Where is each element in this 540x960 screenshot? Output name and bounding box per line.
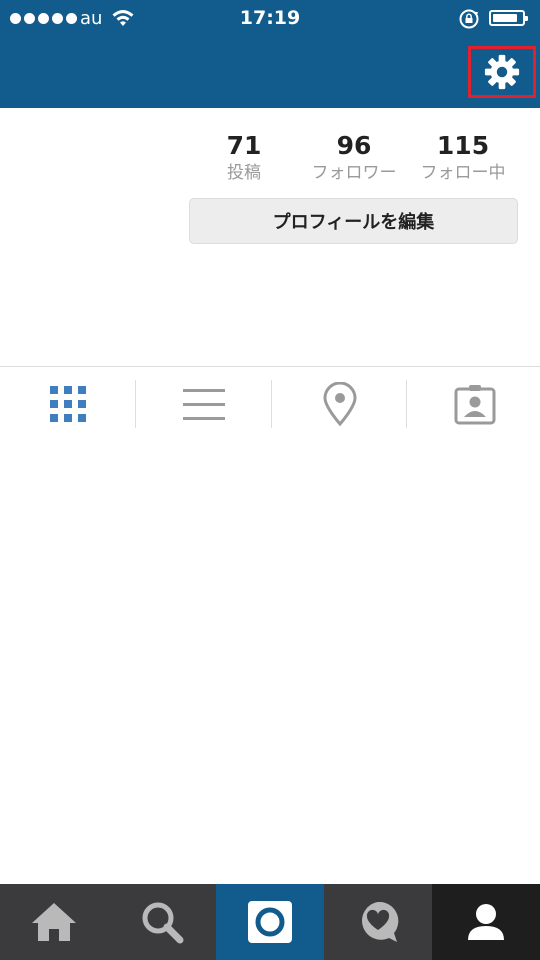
posts-stat[interactable]: 71 投稿 <box>194 130 294 184</box>
settings-button[interactable] <box>468 46 536 98</box>
following-label: フォロー中 <box>420 163 506 183</box>
edit-profile-button[interactable]: プロフィールを編集 <box>189 198 518 244</box>
followers-label: フォロワー <box>311 163 397 183</box>
search-icon <box>142 902 184 944</box>
tabs-divider <box>0 366 540 367</box>
camera-icon <box>248 901 292 943</box>
grid-icon <box>49 386 86 422</box>
home-icon <box>32 903 76 941</box>
nav-home[interactable] <box>0 884 108 960</box>
bottom-nav <box>0 884 540 960</box>
activity-heart-icon <box>362 901 399 942</box>
tab-tagged-photos[interactable] <box>407 378 540 430</box>
nav-camera[interactable] <box>216 884 324 960</box>
followers-stat[interactable]: 96 フォロワー <box>304 130 404 184</box>
following-stat[interactable]: 115 フォロー中 <box>413 130 513 184</box>
battery-icon <box>489 10 528 26</box>
tagged-photos-icon <box>454 385 495 425</box>
header-bar: au 17:19 <box>0 0 540 108</box>
gear-icon <box>484 54 520 90</box>
following-count: 115 <box>436 131 490 160</box>
nav-profile[interactable] <box>432 884 540 960</box>
tab-grid-view[interactable] <box>0 378 135 430</box>
tab-list-view[interactable] <box>136 378 271 430</box>
followers-count: 96 <box>336 131 372 160</box>
tab-photo-map[interactable] <box>272 378 407 430</box>
list-icon <box>182 389 225 420</box>
nav-activity[interactable] <box>324 884 432 960</box>
posts-label: 投稿 <box>227 163 261 183</box>
nav-search[interactable] <box>108 884 216 960</box>
location-pin-icon <box>322 382 357 426</box>
rotation-lock-icon <box>459 9 479 29</box>
status-bar: au 17:19 <box>0 0 540 38</box>
profile-icon <box>468 904 504 940</box>
posts-count: 71 <box>226 131 262 160</box>
